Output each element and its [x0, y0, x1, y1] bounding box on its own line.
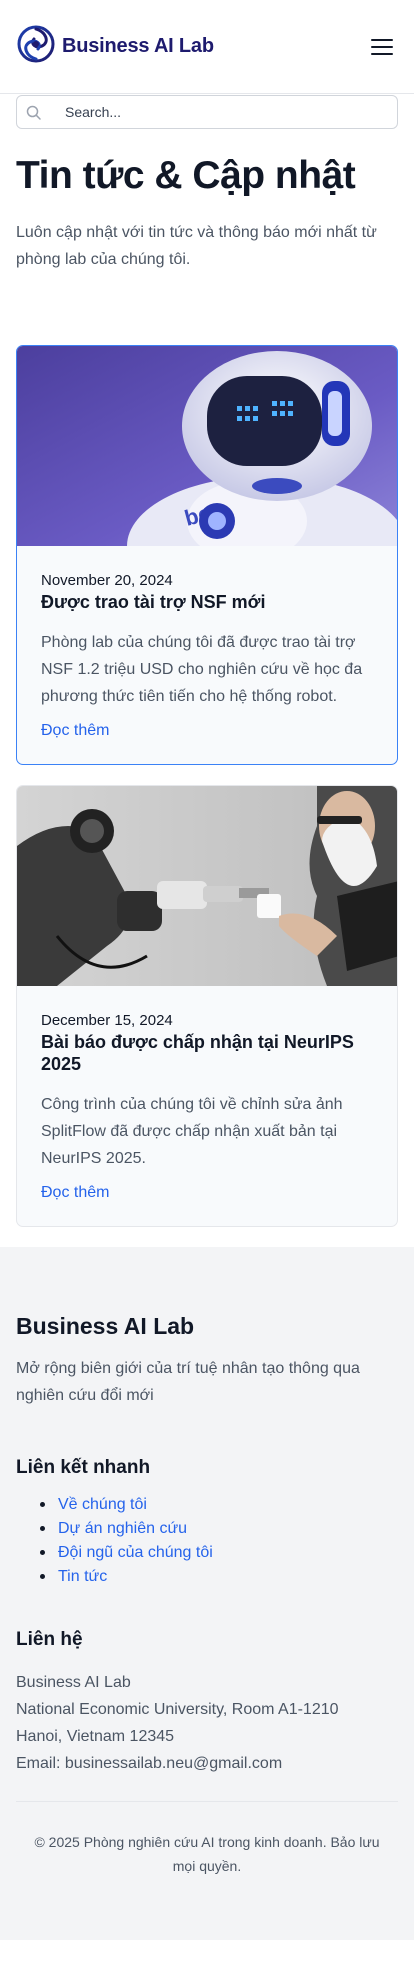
brand-name: Business AI Lab [62, 35, 214, 57]
footer-brand: Business AI Lab [16, 1312, 195, 1339]
link-about[interactable]: Về chúng tôi [58, 1493, 147, 1517]
link-team[interactable]: Đội ngũ của chúng tôi [58, 1541, 213, 1565]
footer-divider [16, 1800, 398, 1802]
news-card[interactable]: bot November 20, 2024 Được trao tài t [16, 344, 398, 765]
hamburger-line [371, 52, 393, 55]
bullet [40, 1574, 45, 1580]
read-more-link[interactable]: Đọc thêm [41, 722, 109, 740]
bullet [40, 1526, 45, 1532]
quick-link-item: Dự án nghiên cứu [40, 1517, 398, 1541]
hamburger-menu-button[interactable] [366, 31, 398, 63]
news-title: Bài báo được chấp nhận tại NeurIPS 2025 [41, 1031, 354, 1074]
read-more-link[interactable]: Đọc thêm [41, 1184, 109, 1202]
news-card[interactable]: December 15, 2024 Bài báo được chấp nhận… [16, 784, 398, 1227]
news-list: bot November 20, 2024 Được trao tài t [0, 273, 414, 1227]
hero-section: Tin tức & Cập nhật Luôn cập nhật với tin… [0, 129, 414, 273]
hamburger-menu-icon [371, 38, 393, 41]
news-date: December 15, 2024 [41, 1011, 173, 1029]
copyright: © 2025 Phòng nghiên cứu AI trong kinh do… [34, 1833, 380, 1874]
contact-city: Hanoi, Vietnam 12345 [16, 1727, 175, 1745]
quick-links: Về chúng tôi Dự án nghiên cứu Đội ngũ củ… [16, 1493, 398, 1589]
swirl-logo-icon [16, 24, 56, 69]
news-summary: Phòng lab của chúng tôi đã được trao tài… [41, 633, 363, 705]
footer-tagline: Mở rộng biên giới của trí tuệ nhân tạo t… [16, 1359, 360, 1404]
search-box [16, 95, 398, 129]
link-projects[interactable]: Dự án nghiên cứu [58, 1517, 187, 1541]
news-card-body: November 20, 2024 Được trao tài trợ NSF … [17, 546, 397, 764]
page-title: Tin tức & Cập nhật [16, 154, 356, 197]
contact-email: Email: businessailab.neu@gmail.com [16, 1754, 283, 1772]
news-date: November 20, 2024 [41, 571, 173, 589]
brand[interactable]: Business AI Lab [16, 24, 214, 69]
news-card-body: December 15, 2024 Bài báo được chấp nhận… [17, 986, 397, 1226]
bullet [40, 1550, 45, 1556]
site-header: Business AI Lab [0, 0, 414, 94]
news-summary: Công trình của chúng tôi về chỉnh sửa ản… [41, 1095, 343, 1167]
quick-links-title: Liên kết nhanh [16, 1456, 151, 1478]
page-subtitle: Luôn cập nhật với tin tức và thông báo m… [16, 223, 377, 268]
humanoid-robot-image: bot [17, 345, 397, 546]
link-news[interactable]: Tin tức [58, 1565, 107, 1589]
contact-info: Business AI Lab National Economic Univer… [16, 1669, 398, 1777]
contact-address: National Economic University, Room A1-12… [16, 1700, 339, 1718]
search-input[interactable] [17, 96, 397, 128]
news-title: Được trao tài trợ NSF mới [41, 591, 266, 612]
search-icon [26, 105, 42, 126]
contact-title: Liên hệ [16, 1628, 83, 1650]
quick-link-item: Đội ngũ của chúng tôi [40, 1541, 398, 1565]
hamburger-line [371, 45, 393, 48]
robot-arm-coffee-image [17, 785, 397, 986]
quick-link-item: Về chúng tôi [40, 1493, 398, 1517]
search-bar [0, 95, 414, 129]
site-footer: Business AI Lab Mở rộng biên giới của tr… [0, 1246, 414, 1940]
quick-link-item: Tin tức [40, 1565, 398, 1589]
contact-org: Business AI Lab [16, 1673, 131, 1691]
bullet [40, 1502, 45, 1508]
